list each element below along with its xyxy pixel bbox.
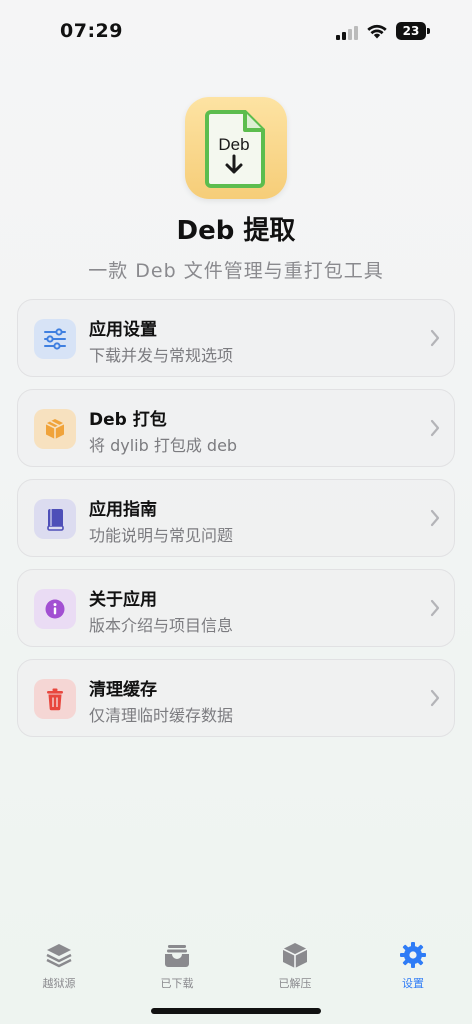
menu-item-title: 应用设置 — [89, 320, 157, 340]
document-download-icon: Deb — [205, 110, 265, 188]
status-bar: 07:29 23 — [0, 0, 472, 64]
menu-item-title: 清理缓存 — [89, 680, 157, 700]
wifi-icon — [367, 24, 387, 39]
app-logo: Deb — [185, 97, 287, 199]
info-icon — [34, 589, 76, 629]
menu-item-app-settings[interactable]: 应用设置 下载并发与常规选项 — [17, 299, 455, 377]
status-time: 07:29 — [60, 20, 123, 42]
menu-item-subtitle: 仅清理临时缓存数据 — [89, 706, 234, 725]
tab-label: 越狱源 — [42, 977, 76, 990]
menu-item-title: Deb 打包 — [89, 410, 167, 430]
page-subtitle: 一款 Deb 文件管理与重打包工具 — [88, 260, 384, 282]
menu-item-deb-package[interactable]: Deb 打包 将 dylib 打包成 deb — [17, 389, 455, 467]
menu-item-app-guide[interactable]: 应用指南 功能说明与常见问题 — [17, 479, 455, 557]
gear-icon — [400, 942, 426, 968]
tab-extracted[interactable]: 已解压 — [255, 940, 335, 991]
layers-icon — [46, 944, 72, 968]
page-title: Deb 提取 — [176, 216, 296, 246]
home-indicator[interactable] — [151, 1008, 321, 1014]
sliders-icon — [34, 319, 76, 359]
app-logo-text: Deb — [218, 135, 249, 154]
tray-icon — [165, 945, 189, 967]
battery-icon: 23 — [396, 22, 430, 40]
tab-settings[interactable]: 设置 — [373, 940, 453, 991]
cube-icon — [282, 943, 308, 968]
menu-item-title: 应用指南 — [89, 500, 157, 520]
tab-label: 已下载 — [160, 977, 194, 990]
book-icon — [34, 499, 76, 539]
package-box-icon — [34, 409, 76, 449]
chevron-right-icon — [430, 599, 440, 617]
menu-item-title: 关于应用 — [89, 590, 157, 610]
chevron-right-icon — [430, 419, 440, 437]
menu-item-subtitle: 下载并发与常规选项 — [89, 346, 234, 365]
menu-item-subtitle: 功能说明与常见问题 — [89, 526, 234, 545]
menu-item-about[interactable]: 关于应用 版本介绍与项目信息 — [17, 569, 455, 647]
tab-jailbreak-sources[interactable]: 越狱源 — [19, 940, 99, 991]
cellular-signal-icon — [336, 24, 360, 40]
trash-icon — [34, 679, 76, 719]
menu-item-clear-cache[interactable]: 清理缓存 仅清理临时缓存数据 — [17, 659, 455, 737]
chevron-right-icon — [430, 329, 440, 347]
tab-downloaded[interactable]: 已下载 — [137, 940, 217, 991]
menu-item-subtitle: 版本介绍与项目信息 — [89, 616, 234, 635]
battery-level: 23 — [396, 22, 426, 40]
chevron-right-icon — [430, 689, 440, 707]
tab-label: 设置 — [402, 977, 424, 990]
chevron-right-icon — [430, 509, 440, 527]
tab-label: 已解压 — [278, 977, 312, 990]
menu-item-subtitle: 将 dylib 打包成 deb — [89, 436, 238, 455]
